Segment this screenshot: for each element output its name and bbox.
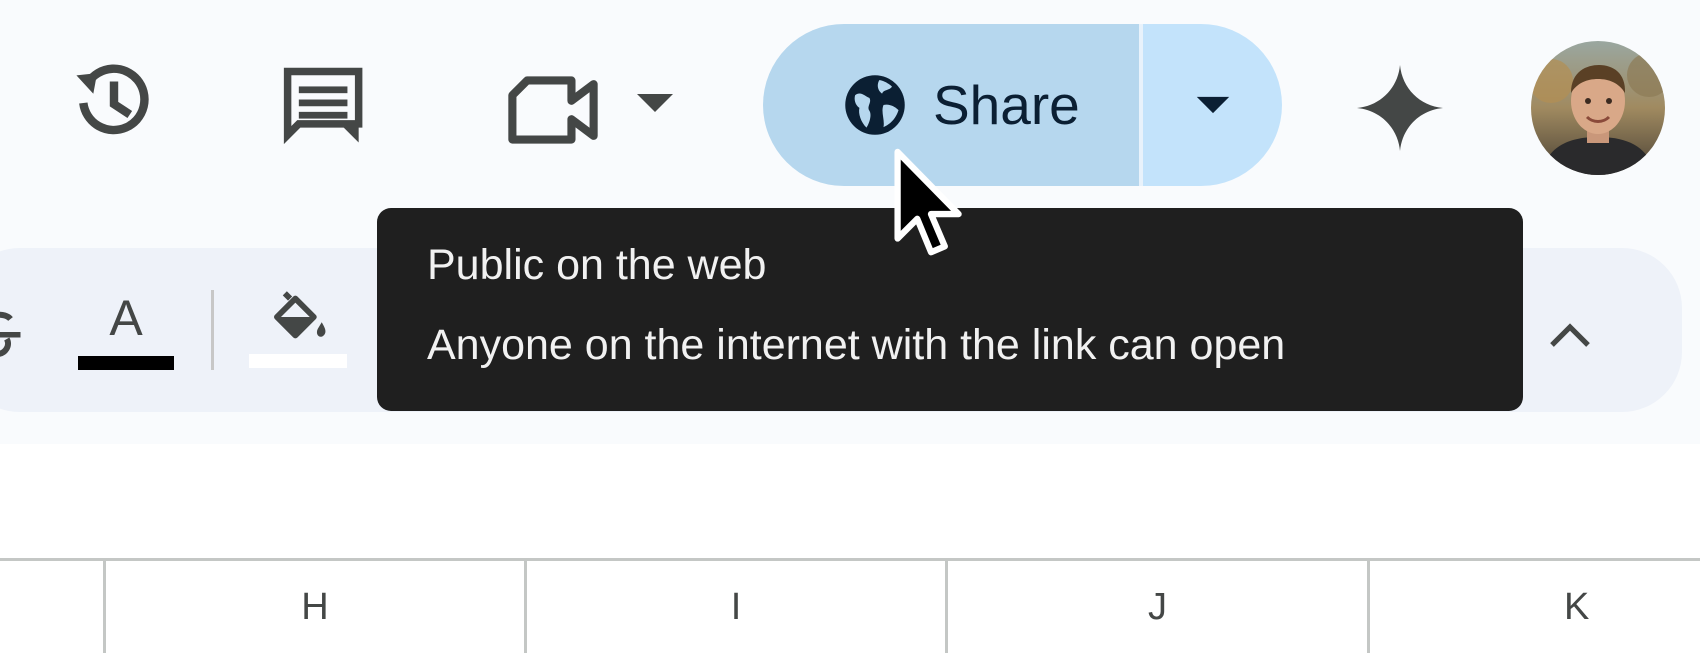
meet-button[interactable] (500, 70, 680, 150)
fill-color-button[interactable] (246, 284, 350, 372)
collapse-toolbar-button[interactable] (1540, 305, 1600, 365)
strikethrough-icon (0, 311, 21, 357)
fill-color-icon (274, 291, 326, 339)
fill-color-swatch (249, 354, 347, 368)
sparkle-icon (1357, 65, 1443, 151)
avatar-photo (1531, 41, 1665, 175)
mouse-cursor-icon (894, 148, 962, 256)
strikethrough-button[interactable] (0, 304, 30, 364)
column-header-h[interactable]: H (103, 561, 524, 653)
caret-down-icon (637, 94, 673, 112)
text-color-swatch (78, 356, 174, 370)
caret-down-icon (1196, 96, 1229, 114)
toolbar-divider (211, 290, 214, 370)
column-header-row: H I J K (0, 558, 1700, 653)
comments-button[interactable] (275, 62, 375, 152)
column-header-i[interactable]: I (524, 561, 945, 653)
gemini-button[interactable] (1350, 58, 1450, 158)
history-icon (76, 64, 149, 135)
share-label: Share (933, 74, 1080, 136)
user-avatar[interactable] (1531, 41, 1665, 175)
column-header-j[interactable]: J (945, 561, 1367, 653)
video-camera-icon (508, 76, 598, 144)
version-history-button[interactable] (64, 58, 164, 148)
tooltip-title: Public on the web (427, 241, 767, 289)
comments-icon (283, 67, 363, 145)
text-color-icon: A (109, 290, 143, 346)
globe-icon (845, 75, 905, 135)
share-button-group: Share (763, 24, 1282, 186)
collapse-chevron-icon (1550, 323, 1590, 347)
top-bar: Share (0, 0, 1700, 210)
column-header-k[interactable]: K (1367, 561, 1700, 653)
text-color-button[interactable]: A (76, 290, 176, 372)
tooltip-description: Anyone on the internet with the link can… (427, 321, 1286, 369)
share-dropdown-button[interactable] (1143, 24, 1282, 186)
